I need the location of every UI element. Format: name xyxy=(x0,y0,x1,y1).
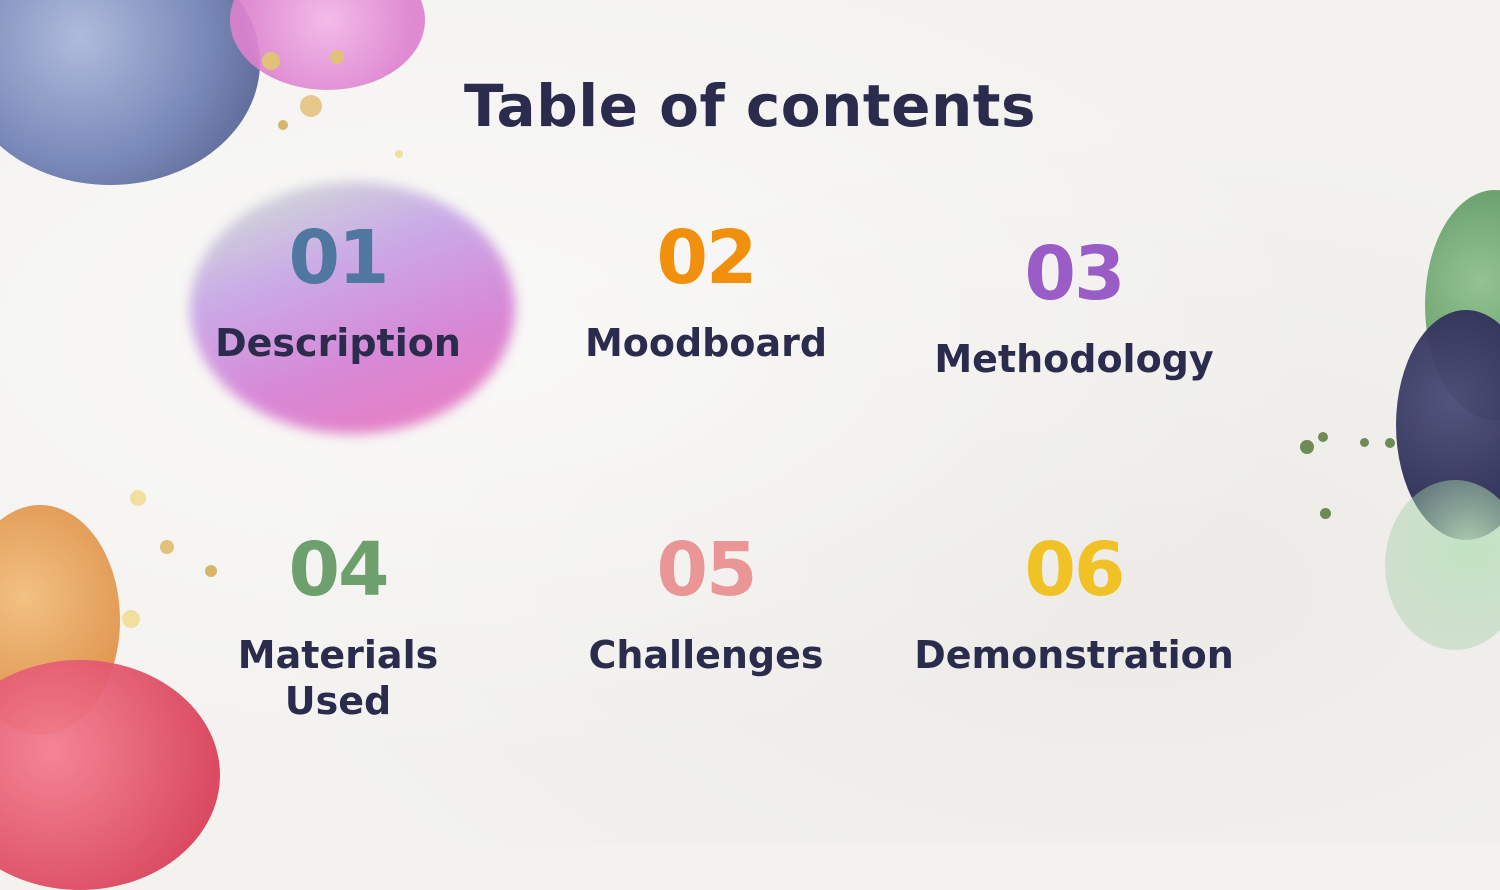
toc-label: Description xyxy=(215,321,461,365)
toc-label: Methodology xyxy=(934,337,1214,381)
toc-item-2[interactable]: 02 Moodboard xyxy=(546,218,866,366)
toc-number: 01 xyxy=(288,215,390,301)
green-splatter xyxy=(1385,438,1395,448)
green-splatter xyxy=(1318,432,1328,442)
gold-splatter xyxy=(262,52,280,70)
toc-number: 05 xyxy=(656,527,758,613)
gold-splatter xyxy=(330,50,344,64)
toc-item-3[interactable]: 03 Methodology xyxy=(914,234,1234,382)
toc-label: Moodboard xyxy=(584,321,828,365)
toc-label: Challenges xyxy=(588,633,824,677)
gold-splatter xyxy=(160,540,174,554)
toc-number: 06 xyxy=(1024,527,1126,613)
toc-item-4[interactable]: 04 Materials Used xyxy=(178,530,498,724)
toc-item-6[interactable]: 06 Demonstration xyxy=(914,530,1234,678)
gold-splatter xyxy=(130,490,146,506)
green-splatter xyxy=(1300,440,1314,454)
green-splatter xyxy=(1320,508,1331,519)
gold-splatter xyxy=(395,150,403,158)
slide-title: Table of contents xyxy=(463,72,1037,140)
toc-label: Demonstration xyxy=(914,633,1234,677)
toc-number: 02 xyxy=(656,215,758,301)
green-splatter xyxy=(1360,438,1369,447)
toc-label: Materials Used xyxy=(237,633,439,723)
gold-splatter xyxy=(122,610,140,628)
toc-number: 04 xyxy=(288,527,390,613)
toc-number: 03 xyxy=(1024,231,1126,317)
toc-item-5[interactable]: 05 Challenges xyxy=(546,530,866,678)
toc-item-1[interactable]: 01 Description xyxy=(178,218,498,366)
